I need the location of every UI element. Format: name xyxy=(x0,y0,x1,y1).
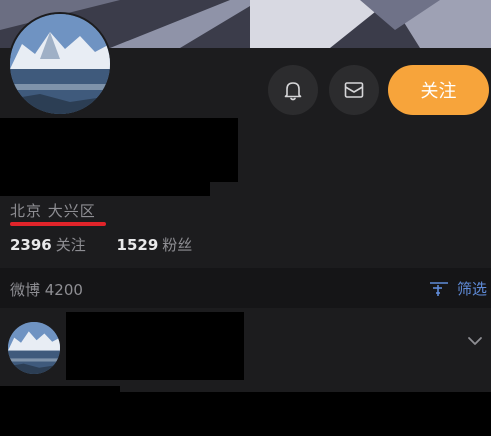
redacted-name xyxy=(0,118,238,182)
notify-bell-button[interactable] xyxy=(268,65,318,115)
feed-count-label: 微博 4200 xyxy=(10,281,83,299)
message-button[interactable] xyxy=(329,65,379,115)
profile-page: 关注 北京 大兴区 2396 关注 1529 粉丝 微博 4200 筛选 xyxy=(0,0,491,436)
followers-count: 1529 xyxy=(116,236,159,254)
redacted-post-text xyxy=(0,386,120,436)
location-text: 北京 大兴区 xyxy=(10,202,96,220)
profile-avatar[interactable] xyxy=(8,12,112,116)
feed-header: 微博 4200 筛选 xyxy=(0,268,491,308)
following-count: 2396 xyxy=(10,236,52,254)
bell-icon xyxy=(284,82,302,101)
redacted-bio xyxy=(0,180,210,196)
chevron-down-icon[interactable] xyxy=(467,336,483,346)
redacted-post-text-2 xyxy=(118,392,491,436)
filter-icon xyxy=(429,281,448,296)
redacted-post-author xyxy=(66,312,244,380)
following-stat[interactable]: 2396 关注 xyxy=(10,234,86,255)
followers-label: 粉丝 xyxy=(162,236,193,254)
annotation-underline xyxy=(10,222,106,226)
profile-stats: 2396 关注 1529 粉丝 xyxy=(10,234,218,255)
message-icon xyxy=(344,82,364,98)
filter-button[interactable]: 筛选 xyxy=(429,278,487,299)
post-card[interactable] xyxy=(0,308,491,436)
filter-label: 筛选 xyxy=(456,280,487,298)
following-label: 关注 xyxy=(55,236,86,254)
post-author-avatar[interactable] xyxy=(8,322,60,374)
follow-button[interactable]: 关注 xyxy=(388,65,489,115)
followers-stat[interactable]: 1529 粉丝 xyxy=(117,234,193,255)
